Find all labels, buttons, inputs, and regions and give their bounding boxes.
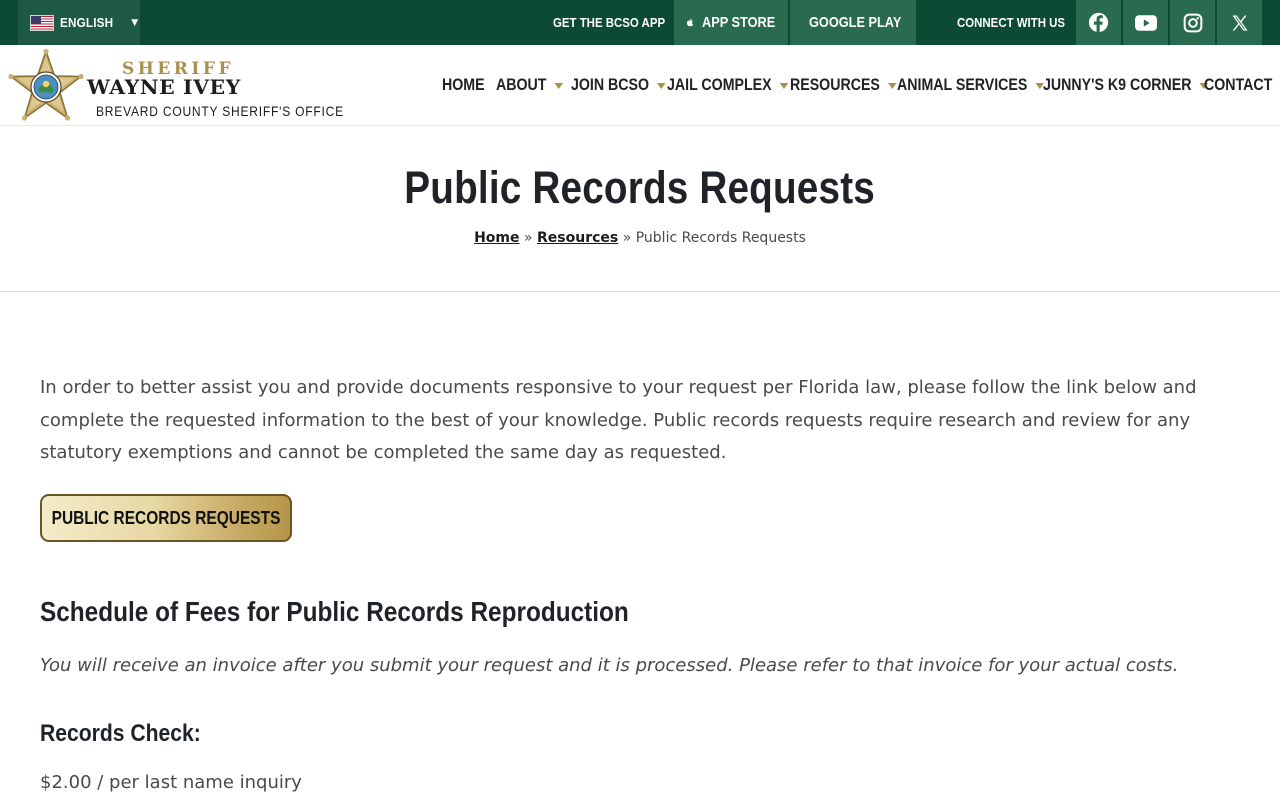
records-check-price: $2.00 / per last name inquiry <box>40 772 302 793</box>
chevron-down-icon: ▼ <box>131 17 139 28</box>
breadcrumb-home-link[interactable]: Home <box>474 230 519 246</box>
top-utility-bar: ENGLISH ▼ GET THE BCSO APP APP STORE GOO… <box>0 0 1280 45</box>
us-flag-icon <box>30 14 54 31</box>
logo-line-name: WAYNE IVEY <box>87 75 241 99</box>
x-icon <box>1232 15 1247 30</box>
app-store-button[interactable]: APP STORE <box>674 0 788 45</box>
records-check-heading: Records Check: <box>40 720 201 747</box>
breadcrumb-resources-link[interactable]: Resources <box>537 230 618 246</box>
caret-down-icon <box>656 82 666 89</box>
sheriff-star-icon <box>8 49 84 121</box>
nav-label: CONTACT <box>1204 76 1273 94</box>
nav-contact[interactable]: CONTACT <box>1204 45 1280 126</box>
nav-resources[interactable]: RESOURCES <box>790 45 914 126</box>
nav-about[interactable]: ABOUT <box>496 45 574 126</box>
nav-join-bcso[interactable]: JOIN BCSO <box>571 45 681 126</box>
caret-down-icon <box>554 82 563 89</box>
connect-label: CONNECT WITH US <box>957 15 1066 30</box>
site-header: SHERIFF WAYNE IVEY BREVARD COUNTY SHERIF… <box>0 45 1280 126</box>
facebook-link[interactable] <box>1076 0 1121 45</box>
instagram-icon <box>1183 13 1202 32</box>
breadcrumb-separator: » <box>622 230 632 246</box>
youtube-link[interactable] <box>1123 0 1168 45</box>
nav-label: RESOURCES <box>790 76 880 94</box>
caret-down-icon <box>887 82 897 89</box>
intro-paragraph: In order to better assist you and provid… <box>40 377 1197 463</box>
get-app-label: GET THE BCSO APP <box>553 15 666 30</box>
nav-label: ABOUT <box>496 76 547 94</box>
fees-note: You will receive an invoice after you su… <box>40 655 1179 676</box>
nav-home[interactable]: HOME <box>442 45 492 126</box>
nav-label: JOIN BCSO <box>571 76 650 94</box>
nav-label: HOME <box>442 76 485 94</box>
youtube-icon <box>1134 14 1157 31</box>
nav-jail-complex[interactable]: JAIL COMPLEX <box>667 45 808 126</box>
cta-label: PUBLIC RECORDS REQUESTS <box>51 507 281 528</box>
fees-heading: Schedule of Fees for Public Records Repr… <box>40 596 629 627</box>
public-records-requests-button[interactable]: PUBLIC RECORDS REQUESTS <box>40 494 292 542</box>
nav-animal-services[interactable]: ANIMAL SERVICES <box>897 45 1068 126</box>
breadcrumb-separator: » <box>523 230 533 246</box>
language-label: ENGLISH <box>60 15 114 30</box>
caret-down-icon <box>779 82 788 89</box>
nav-label: ANIMAL SERVICES <box>897 76 1028 94</box>
facebook-icon <box>1088 12 1109 33</box>
google-play-button[interactable]: GOOGLE PLAY <box>790 0 916 45</box>
x-link[interactable] <box>1217 0 1262 45</box>
apple-icon <box>686 18 694 27</box>
logo-line-office: BREVARD COUNTY SHERIFF'S OFFICE <box>96 103 344 119</box>
app-store-label: APP STORE <box>701 14 776 31</box>
site-logo[interactable]: SHERIFF WAYNE IVEY BREVARD COUNTY SHERIF… <box>8 49 343 123</box>
google-play-label: GOOGLE PLAY <box>809 14 902 31</box>
page-title: Public Records Requests <box>404 162 876 213</box>
instagram-link[interactable] <box>1170 0 1215 45</box>
page-title-band: Public Records Requests Home » Resources… <box>0 126 1280 292</box>
language-selector[interactable]: ENGLISH ▼ <box>18 0 140 45</box>
breadcrumb-current: Public Records Requests <box>635 230 806 246</box>
nav-label: JAIL COMPLEX <box>667 76 772 94</box>
nav-label: JUNNY'S K9 CORNER <box>1043 76 1192 94</box>
breadcrumb: Home » Resources » Public Records Reques… <box>0 230 1280 246</box>
